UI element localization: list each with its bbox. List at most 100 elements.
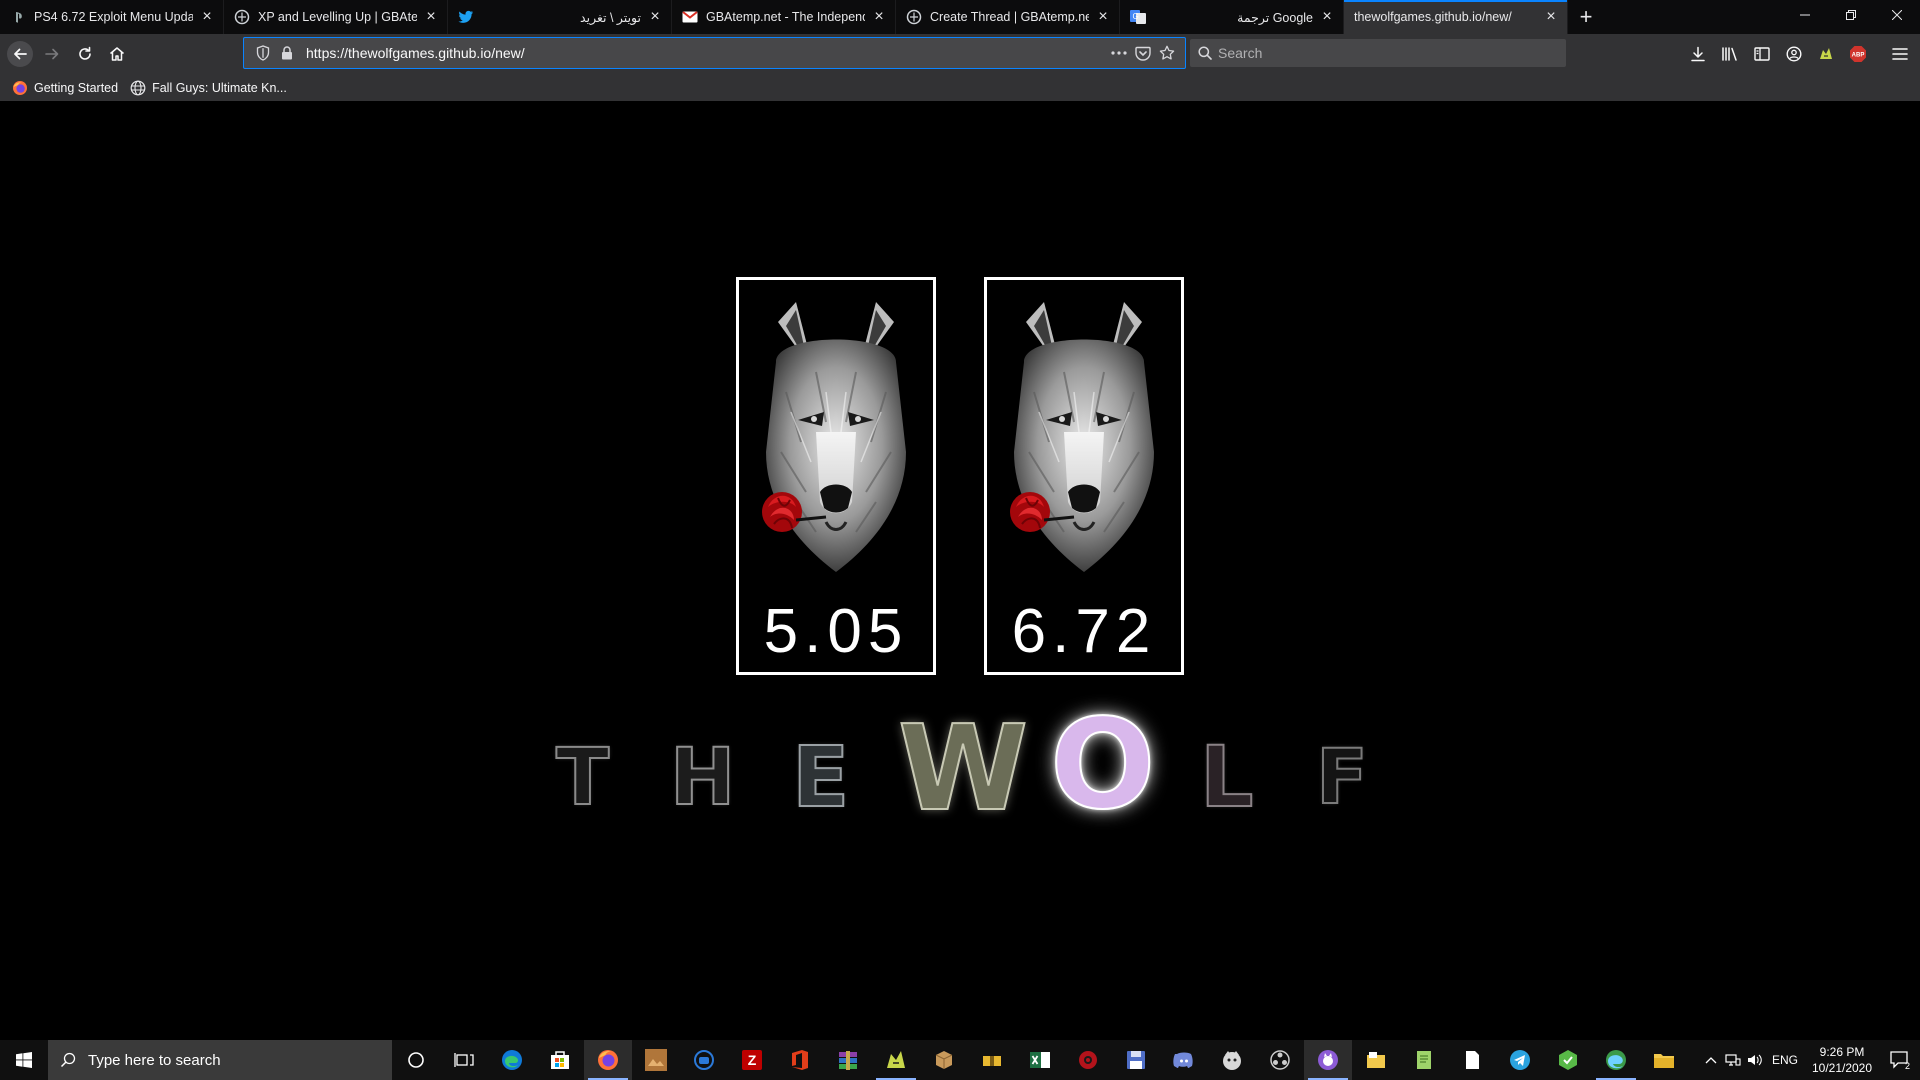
- logo-letter-e: E: [791, 728, 850, 826]
- version-card-505[interactable]: 5.05: [736, 277, 936, 675]
- office-icon[interactable]: [776, 1040, 824, 1080]
- logo-letter-t: T: [555, 733, 610, 823]
- svg-text:Z: Z: [748, 1052, 757, 1068]
- tab-title: Create Thread | GBAtemp.net -: [930, 10, 1089, 24]
- search-icon: [60, 1052, 76, 1068]
- close-icon[interactable]: ×: [423, 9, 439, 25]
- toolbar-right: ABP: [1682, 34, 1920, 74]
- search-input[interactable]: [1218, 45, 1538, 61]
- notepad-icon[interactable]: [1400, 1040, 1448, 1080]
- close-window-icon[interactable]: [1874, 0, 1920, 30]
- package-box-icon[interactable]: [920, 1040, 968, 1080]
- bookmark-star-icon[interactable]: [1159, 45, 1175, 61]
- file-explorer-icon[interactable]: [1640, 1040, 1688, 1080]
- image-app-icon[interactable]: [632, 1040, 680, 1080]
- wolf-app-icon[interactable]: [872, 1040, 920, 1080]
- clock[interactable]: 9:26 PM 10/21/2020: [1804, 1044, 1880, 1076]
- language-indicator[interactable]: ENG: [1766, 1040, 1804, 1080]
- minimize-icon[interactable]: [1782, 0, 1828, 30]
- version-card-672[interactable]: 6.72: [984, 277, 1184, 675]
- lock-icon[interactable]: [276, 42, 298, 64]
- cortana-icon[interactable]: [392, 1040, 440, 1080]
- chevron-up-icon[interactable]: [1700, 1040, 1722, 1080]
- reload-button[interactable]: [69, 38, 101, 70]
- tab-xp-levelling[interactable]: XP and Levelling Up | GBAtemp ×: [224, 0, 448, 34]
- notification-count: 2: [1905, 1061, 1910, 1071]
- sidebar-icon[interactable]: [1746, 38, 1778, 70]
- taskbar-search[interactable]: Type here to search: [48, 1040, 392, 1080]
- tab-ps4-exploit[interactable]: PS4 6.72 Exploit Menu Updates ×: [0, 0, 224, 34]
- close-icon[interactable]: ×: [1319, 9, 1335, 25]
- tab-gbatemp-news[interactable]: GBAtemp.net - The Independent ×: [672, 0, 896, 34]
- app-face-icon[interactable]: [1208, 1040, 1256, 1080]
- tab-title: GBAtemp.net - The Independent: [706, 10, 865, 24]
- volume-icon[interactable]: [1744, 1040, 1766, 1080]
- obs-icon[interactable]: [1256, 1040, 1304, 1080]
- folder-zip-icon[interactable]: [968, 1040, 1016, 1080]
- forward-button[interactable]: [36, 38, 68, 70]
- discord-icon[interactable]: [1160, 1040, 1208, 1080]
- firefox-taskbar-icon[interactable]: [584, 1040, 632, 1080]
- microsoft-store-icon[interactable]: [536, 1040, 584, 1080]
- start-button[interactable]: [0, 1040, 48, 1080]
- action-center-icon[interactable]: 2: [1880, 1040, 1920, 1080]
- file-explorer-alt-icon[interactable]: [1352, 1040, 1400, 1080]
- version-label: 6.72: [1011, 597, 1157, 666]
- shield-icon[interactable]: [252, 42, 274, 64]
- search-bar[interactable]: [1190, 39, 1566, 67]
- taskbar-search-placeholder: Type here to search: [88, 1051, 221, 1069]
- bookmark-getting-started[interactable]: Getting Started: [12, 80, 118, 96]
- window-controls: [1782, 0, 1920, 30]
- forward-arrow-icon: [45, 48, 59, 60]
- account-icon[interactable]: [1778, 38, 1810, 70]
- logo-letter-h: H: [669, 733, 736, 823]
- hamburger-menu-icon[interactable]: [1884, 38, 1916, 70]
- edge-alt-icon[interactable]: [1592, 1040, 1640, 1080]
- new-tab-button[interactable]: +: [1568, 0, 1604, 34]
- adblock-plus-icon[interactable]: ABP: [1842, 38, 1874, 70]
- google-translate-icon: G: [1130, 9, 1146, 25]
- tab-create-thread[interactable]: Create Thread | GBAtemp.net - ×: [896, 0, 1120, 34]
- close-icon[interactable]: ×: [871, 9, 887, 25]
- filezilla-icon[interactable]: Z: [728, 1040, 776, 1080]
- home-button[interactable]: [101, 38, 133, 70]
- app-purple-cat-icon[interactable]: [1304, 1040, 1352, 1080]
- floppy-disk-icon[interactable]: [1112, 1040, 1160, 1080]
- excel-icon[interactable]: [1016, 1040, 1064, 1080]
- back-arrow-icon: [7, 41, 33, 67]
- winrar-icon[interactable]: [824, 1040, 872, 1080]
- extension-wolf-icon[interactable]: [1810, 38, 1842, 70]
- wolf-rose-image: [760, 302, 908, 574]
- app-red-gear-icon[interactable]: [1064, 1040, 1112, 1080]
- bookmark-label: Fall Guys: Ultimate Kn...: [152, 80, 287, 95]
- bookmark-fall-guys[interactable]: Fall Guys: Ultimate Kn...: [130, 80, 287, 96]
- page-actions-icon[interactable]: [1111, 51, 1127, 55]
- pocket-icon[interactable]: [1135, 46, 1151, 61]
- logo-letter-f: F: [1315, 732, 1369, 821]
- close-icon[interactable]: ×: [1095, 9, 1111, 25]
- close-icon[interactable]: ×: [1543, 9, 1559, 25]
- task-view-icon[interactable]: [440, 1040, 488, 1080]
- tab-title: thewolfgames.github.io/new/: [1354, 10, 1512, 24]
- url-text[interactable]: https://thewolfgames.github.io/new/: [306, 45, 1111, 61]
- blank-document-icon[interactable]: [1448, 1040, 1496, 1080]
- network-icon[interactable]: [1722, 1040, 1744, 1080]
- tab-twitter[interactable]: تويتر \ تغريد ×: [448, 0, 672, 34]
- close-icon[interactable]: ×: [199, 9, 215, 25]
- svg-text:ABP: ABP: [1852, 53, 1865, 59]
- url-bar[interactable]: https://thewolfgames.github.io/new/: [243, 37, 1186, 69]
- app-green-hexagon-icon[interactable]: [1544, 1040, 1592, 1080]
- close-icon[interactable]: ×: [647, 9, 663, 25]
- tab-thewolfgames[interactable]: thewolfgames.github.io/new/ ×: [1344, 0, 1568, 34]
- tab-google-translate[interactable]: G Google ترجمة ×: [1120, 0, 1344, 34]
- bookmark-label: Getting Started: [34, 80, 119, 95]
- downloads-icon[interactable]: [1682, 38, 1714, 70]
- telegram-icon[interactable]: [1496, 1040, 1544, 1080]
- back-button[interactable]: [4, 38, 36, 70]
- app-blue-robot-icon[interactable]: [680, 1040, 728, 1080]
- tab-title: PS4 6.72 Exploit Menu Updates: [34, 10, 193, 24]
- restore-icon[interactable]: [1828, 0, 1874, 30]
- twitter-icon: [458, 9, 474, 25]
- edge-icon[interactable]: [488, 1040, 536, 1080]
- library-icon[interactable]: [1714, 38, 1746, 70]
